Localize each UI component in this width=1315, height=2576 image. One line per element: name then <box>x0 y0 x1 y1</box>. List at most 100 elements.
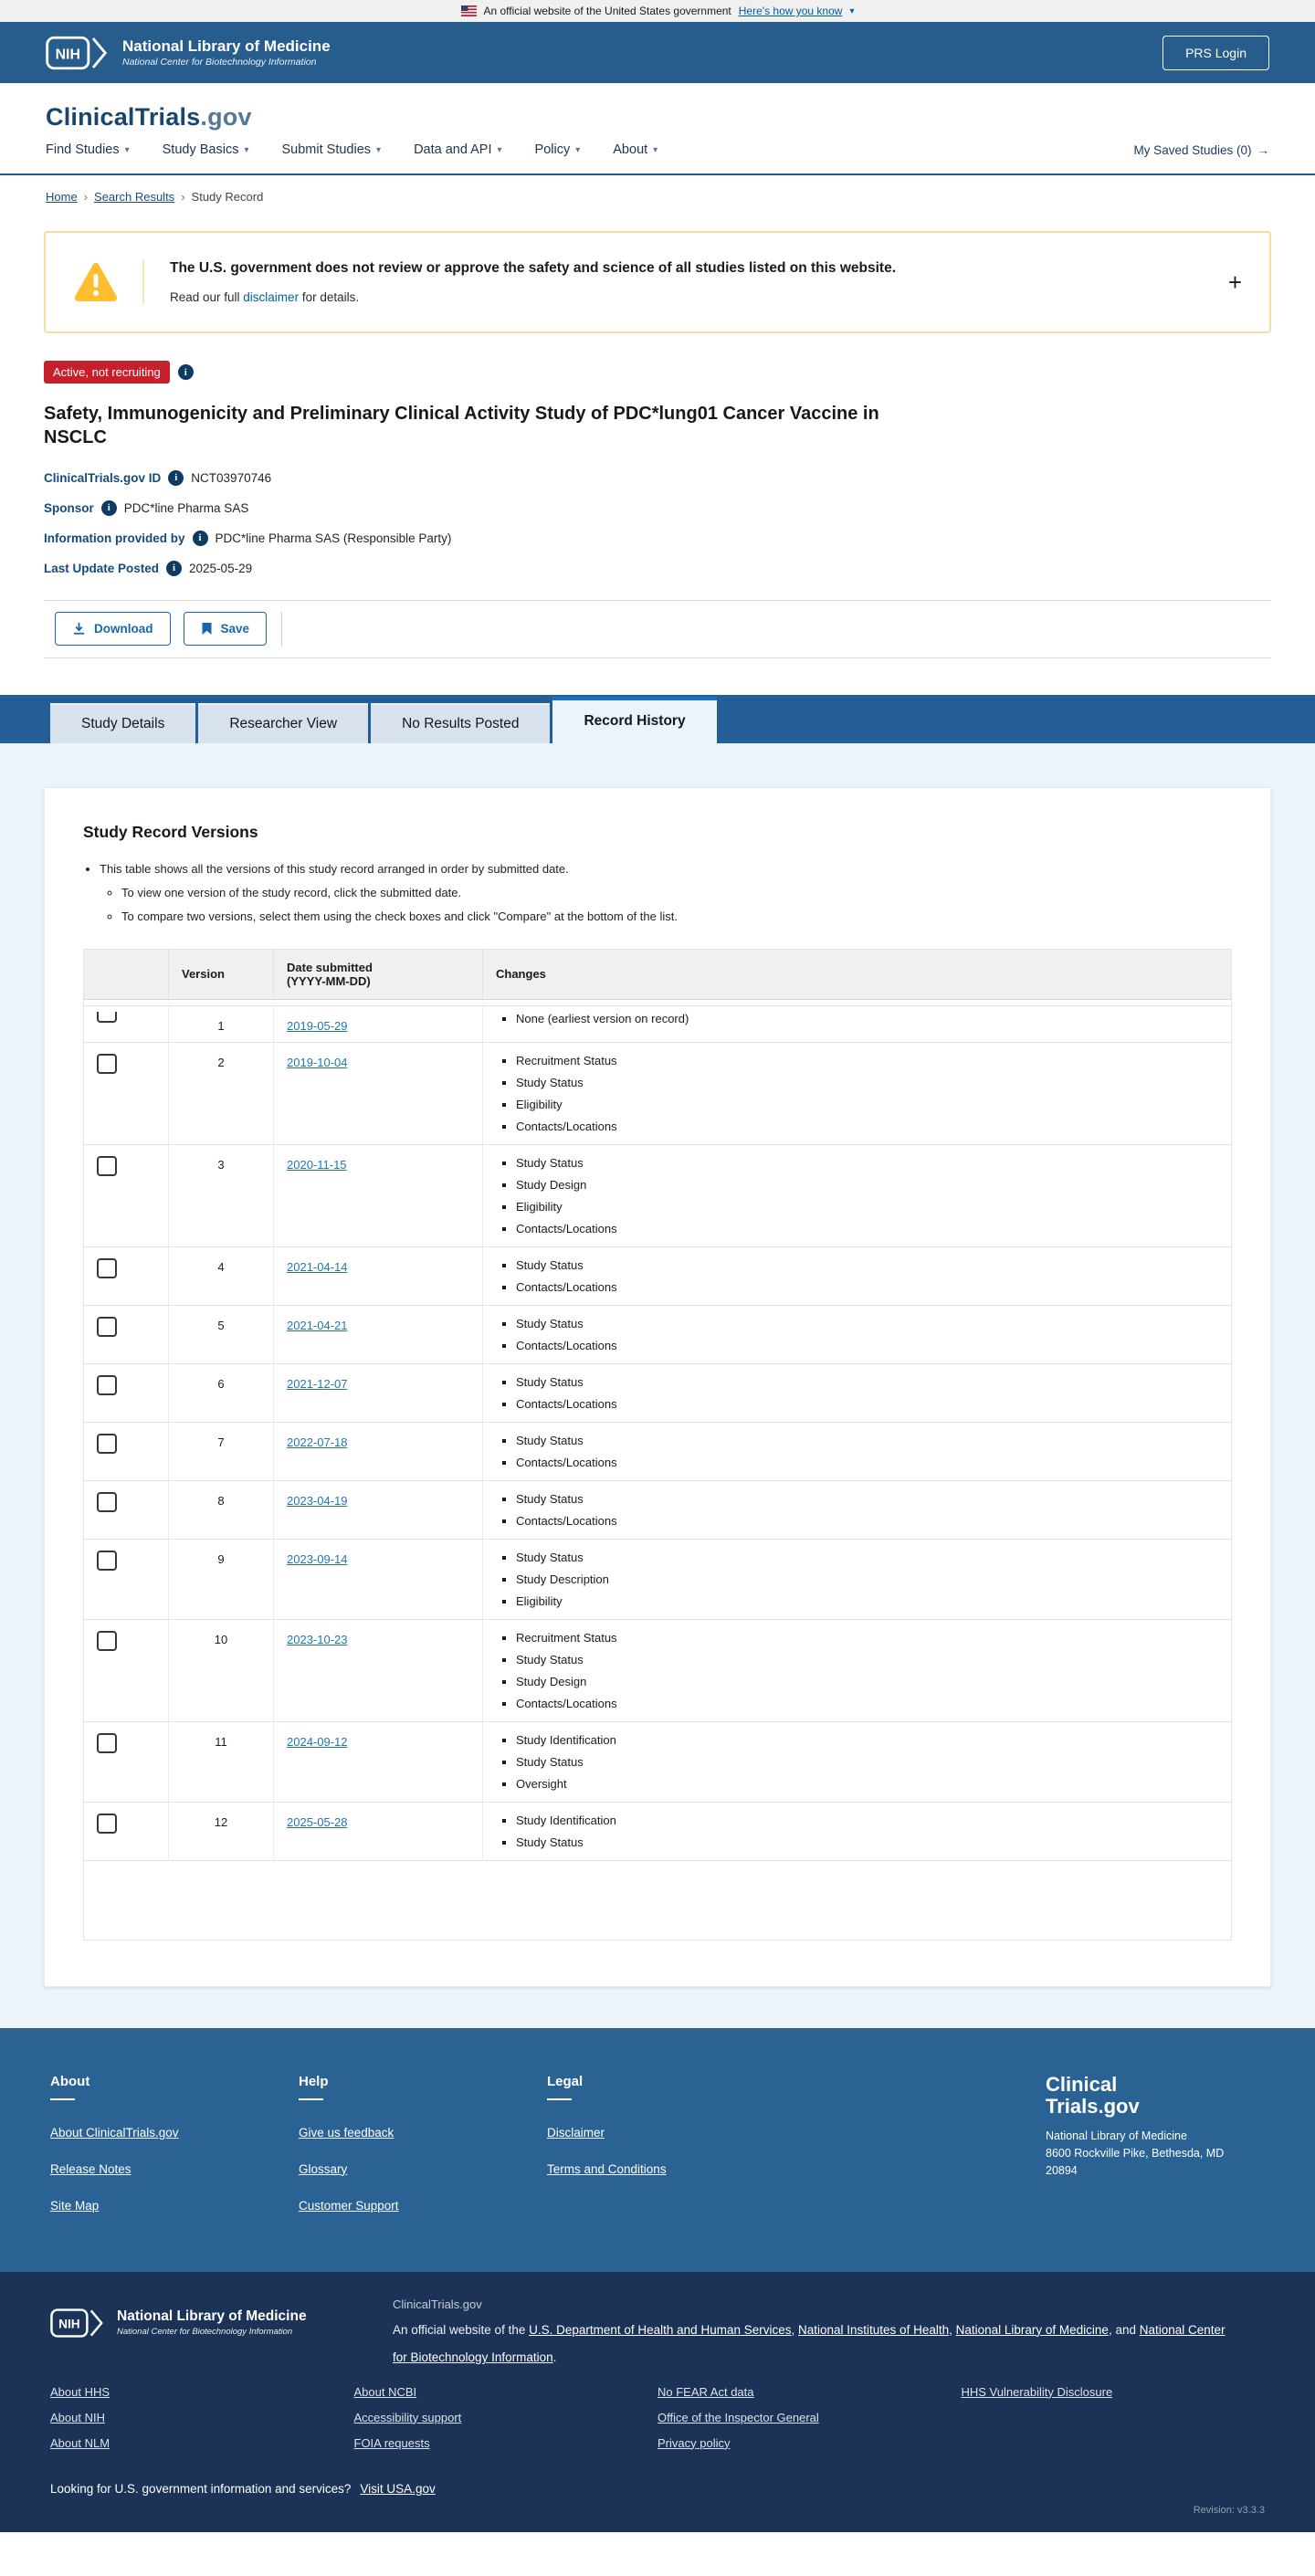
version-checkbox[interactable] <box>97 1053 117 1074</box>
version-checkbox[interactable] <box>97 1257 117 1278</box>
expand-plus-icon[interactable]: + <box>1228 270 1242 294</box>
agency-statement: An official website of the U.S. Departme… <box>393 2317 1233 2372</box>
version-checkbox[interactable] <box>97 1316 117 1337</box>
header-org-name: National Library of Medicine <box>122 37 331 55</box>
nav-item-find-studies[interactable]: Find Studies <box>46 142 130 157</box>
checkbox-cell <box>83 1363 169 1423</box>
changes-cell: Recruitment Status Study Status Eligibilit… <box>482 1042 1232 1145</box>
date-link[interactable]: 2019-05-29 <box>287 1019 348 1033</box>
agency-footer-link-about-hhs[interactable]: About HHS <box>50 2385 354 2399</box>
footer-link-give-us-feedback[interactable]: Give us feedback <box>299 2126 547 2140</box>
gov-banner-text: An official website of the United States… <box>483 5 731 17</box>
breadcrumb-home[interactable]: Home <box>46 190 78 204</box>
footer-link-release-notes[interactable]: Release Notes <box>50 2162 299 2176</box>
version-checkbox[interactable] <box>97 1011 117 1023</box>
date-link[interactable]: 2025-05-28 <box>287 1815 348 1829</box>
change-item: None (earliest version on record) <box>516 1012 1218 1025</box>
agency-footer-link-about-nih[interactable]: About NIH <box>50 2411 354 2424</box>
nav-item-policy[interactable]: Policy <box>535 142 581 157</box>
info-icon[interactable] <box>166 560 183 576</box>
footer-link-glossary[interactable]: Glossary <box>299 2162 547 2176</box>
heading-underline <box>50 2098 75 2100</box>
footer-link-about-clinicaltrials-gov[interactable]: About ClinicalTrials.gov <box>50 2126 299 2140</box>
save-button[interactable]: Save <box>183 612 268 647</box>
date-cell: 2022-07-18 <box>273 1422 483 1481</box>
tab-no-results-posted[interactable]: No Results Posted <box>371 702 551 743</box>
footer-link-customer-support[interactable]: Customer Support <box>299 2199 547 2213</box>
date-link[interactable]: 2020-11-15 <box>287 1158 347 1172</box>
date-link[interactable]: 2023-10-23 <box>287 1633 348 1646</box>
nav-item-submit-studies[interactable]: Submit Studies <box>282 142 382 157</box>
checkbox-wrap <box>97 1433 155 1454</box>
version-checkbox[interactable] <box>97 1433 117 1454</box>
info-icon[interactable] <box>168 469 184 486</box>
change-item: Study Status <box>516 1835 1218 1849</box>
footer-column-legal: Legal Disclaimer Terms and Conditions <box>547 2074 795 2235</box>
note-item: This table shows all the versions of thi… <box>100 862 1232 876</box>
change-item: Contacts/Locations <box>516 1339 1218 1352</box>
nav-item-data-and-api[interactable]: Data and API <box>414 142 501 157</box>
version-checkbox[interactable] <box>97 1155 117 1176</box>
agency-footer-link-no-fear-act-data[interactable]: No FEAR Act data <box>658 2385 962 2399</box>
agency-link-national-library-of-medicine[interactable]: National Library of Medicine <box>956 2323 1109 2337</box>
table-row: 12 2025-05-28 Study Identification Study St… <box>83 1802 1232 1861</box>
agency-footer-link-about-nlm[interactable]: About NLM <box>50 2436 354 2450</box>
version-checkbox[interactable] <box>97 1813 117 1834</box>
tab-record-history[interactable]: Record History <box>552 696 717 743</box>
download-button[interactable]: Download <box>55 612 171 647</box>
change-item: Study Status <box>516 1156 1218 1170</box>
version-checkbox[interactable] <box>97 1491 117 1512</box>
date-link[interactable]: 2024-09-12 <box>287 1735 348 1749</box>
version-checkbox[interactable] <box>97 1630 117 1651</box>
date-header-line1: Date submitted <box>287 960 373 974</box>
saved-studies-link[interactable]: My Saved Studies (0) → <box>1133 143 1269 157</box>
info-icon[interactable] <box>177 364 194 380</box>
version-checkbox[interactable] <box>97 1732 117 1753</box>
agency-footer-link-privacy-policy[interactable]: Privacy policy <box>658 2436 962 2450</box>
info-icon[interactable] <box>192 530 208 546</box>
table-row: 6 2021-12-07 Study Status Contacts/Location… <box>83 1363 1232 1423</box>
tab-researcher-view[interactable]: Researcher View <box>198 702 369 743</box>
date-link[interactable]: 2023-04-19 <box>287 1494 348 1508</box>
agency-footer-link-about-ncbi[interactable]: About NCBI <box>354 2385 658 2399</box>
agency-footer-link-accessibility-support[interactable]: Accessibility support <box>354 2411 658 2424</box>
version-checkbox[interactable] <box>97 1550 117 1571</box>
date-link[interactable]: 2021-12-07 <box>287 1377 348 1391</box>
table-row: 11 2024-09-12 Study Identification Study St… <box>83 1721 1232 1803</box>
record-history-section: Study Record Versions This table shows a… <box>0 742 1315 2028</box>
breadcrumb-separator: › <box>181 190 185 204</box>
footer-wordmark-line1: Clinical <box>1046 2072 1118 2096</box>
date-link[interactable]: 2021-04-14 <box>287 1260 348 1274</box>
date-link[interactable]: 2019-10-04 <box>287 1056 348 1069</box>
date-link[interactable]: 2021-04-21 <box>287 1319 348 1332</box>
breadcrumb-search-results[interactable]: Search Results <box>94 190 174 204</box>
version-cell: 6 <box>168 1363 274 1423</box>
agency-footer-link-foia-requests[interactable]: FOIA requests <box>354 2436 658 2450</box>
nav-item-study-basics[interactable]: Study Basics <box>163 142 249 157</box>
checkbox-cell <box>83 1422 169 1481</box>
download-icon <box>72 622 86 636</box>
agency-footer-link-hhs-vulnerability-disclosure[interactable]: HHS Vulnerability Disclosure <box>962 2385 1266 2399</box>
agency-link-u-s-department-of-health-and-human-services[interactable]: U.S. Department of Health and Human Serv… <box>529 2323 791 2337</box>
prs-login-button[interactable]: PRS Login <box>1162 35 1269 70</box>
version-checkbox[interactable] <box>97 1374 117 1395</box>
footer-link-terms-and-conditions[interactable]: Terms and Conditions <box>547 2162 795 2176</box>
how-you-know-link[interactable]: Here's how you know <box>739 5 843 17</box>
date-link[interactable]: 2022-07-18 <box>287 1435 348 1449</box>
usa-gov-link[interactable]: Visit USA.gov <box>360 2482 435 2496</box>
checkbox-cell <box>83 1042 169 1145</box>
info-icon[interactable] <box>100 499 117 516</box>
checkbox-cell <box>83 1539 169 1620</box>
date-link[interactable]: 2023-09-14 <box>287 1552 348 1566</box>
nav-item-about[interactable]: About <box>613 142 658 157</box>
changes-cell: None (earliest version on record) <box>482 1005 1232 1043</box>
footer-wordmark: Clinical Trials.gov <box>1046 2072 1265 2119</box>
agency-link-national-institutes-of-health[interactable]: National Institutes of Health <box>798 2323 949 2337</box>
disclaimer-link[interactable]: disclaimer <box>243 290 299 304</box>
tab-study-details[interactable]: Study Details <box>50 702 196 743</box>
footer-link-site-map[interactable]: Site Map <box>50 2199 299 2213</box>
meta-label: ClinicalTrials.gov ID <box>44 470 162 485</box>
versions-table-body: 1 2019-05-29 None (earliest version on rec… <box>83 999 1232 1861</box>
agency-footer-link-office-of-the-inspector-general[interactable]: Office of the Inspector General <box>658 2411 962 2424</box>
footer-link-disclaimer[interactable]: Disclaimer <box>547 2126 795 2140</box>
